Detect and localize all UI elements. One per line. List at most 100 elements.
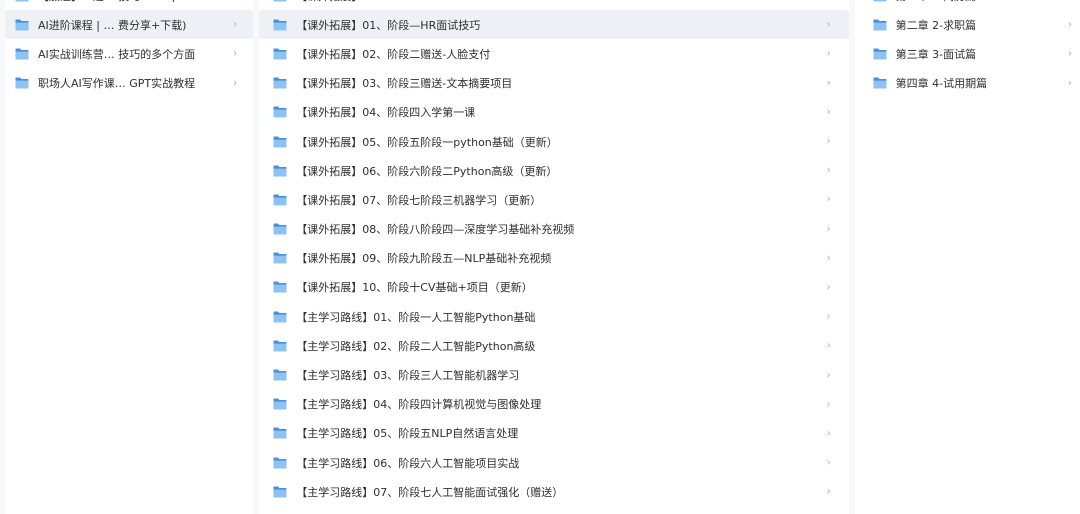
folder-icon [273, 223, 287, 235]
module-list-column[interactable]: 【课外拓展】›【课外拓展】01、阶段—HR面试技巧›【课外拓展】02、阶段二赠送… [259, 0, 849, 514]
chevron-right-icon[interactable]: › [233, 19, 237, 31]
chevron-right-icon[interactable]: › [1068, 0, 1072, 2]
chevron-right-icon[interactable]: › [827, 311, 831, 323]
module-item-label: 【主学习路线】04、阶段四计算机视觉与图像处理 [296, 398, 542, 412]
module-item[interactable]: 【课外拓展】06、阶段六阶段二Python高级（更新） › [259, 156, 848, 185]
course-item[interactable]: AI实战训练营… 技巧的多个方面 › [5, 39, 253, 68]
module-item[interactable]: 【课外拓展】10、阶段十CV基础+项目（更新） › [259, 273, 848, 302]
module-item-label: 【课外拓展】01、阶段—HR面试技巧 [296, 18, 481, 32]
chevron-right-icon[interactable]: › [827, 77, 831, 89]
module-item-label: 【课外拓展】02、阶段二赠送-人脸支付 [296, 47, 491, 61]
course-item-label: 职场人AI写作课… GPT实战教程 [38, 77, 196, 91]
chevron-right-icon[interactable]: › [827, 0, 831, 2]
chevron-right-icon[interactable]: › [827, 369, 831, 381]
module-item-label: 【课外拓展】10、阶段十CV基础+项目（更新） [296, 281, 533, 295]
module-item-label: 【课外拓展】06、阶段六阶段二Python高级（更新） [296, 164, 558, 178]
folder-icon [273, 48, 287, 60]
chapter-item-label: 第三章 3-面试篇 [895, 47, 977, 61]
chapter-list: 第一章 1-简历篇›第二章 2-求职篇›第三章 3-面试篇›第四章 4-试用期篇… [855, 0, 1080, 98]
folder-icon [273, 165, 287, 177]
chevron-right-icon[interactable]: › [1068, 19, 1072, 31]
chevron-right-icon[interactable]: › [827, 223, 831, 235]
chapter-item-label: 第四章 4-试用期篇 [895, 77, 988, 91]
column-file-browser: 【加速】AI进… 技巧 Prompt›AI进阶课程 | … 费分享+下载)›AI… [0, 0, 1080, 514]
chevron-right-icon[interactable]: › [827, 252, 831, 264]
chevron-right-icon[interactable]: › [233, 0, 237, 2]
course-item[interactable]: AI进阶课程 | … 费分享+下载) › [5, 10, 254, 40]
module-item-label: 【主学习路线】06、阶段六人工智能项目实战 [296, 456, 520, 470]
folder-icon [273, 486, 287, 498]
module-item[interactable]: 【主学习路线】06、阶段六人工智能项目实战 › [259, 448, 848, 477]
module-item-label: 【主学习路线】05、阶段五NLP自然语言处理 [296, 427, 519, 441]
module-list: 【课外拓展】›【课外拓展】01、阶段—HR面试技巧›【课外拓展】02、阶段二赠送… [259, 0, 849, 506]
chevron-right-icon[interactable]: › [1068, 48, 1072, 60]
chevron-right-icon[interactable]: › [827, 427, 831, 439]
chevron-right-icon[interactable]: › [827, 19, 831, 31]
module-item[interactable]: 【课外拓展】 › [259, 0, 848, 10]
chevron-right-icon[interactable]: › [827, 48, 831, 60]
course-item[interactable]: 【加速】AI进… 技巧 Prompt › [5, 0, 253, 10]
chapter-item[interactable]: 第三章 3-面试篇 › [855, 39, 1080, 68]
folder-icon [273, 311, 287, 323]
module-item[interactable]: 【主学习路线】02、阶段二人工智能Python高级 › [259, 331, 848, 360]
folder-icon [273, 281, 287, 293]
chapter-item-label: 第一章 1-简历篇 [896, 0, 1062, 4]
module-item[interactable]: 【课外拓展】02、阶段二赠送-人脸支付 › [259, 39, 848, 68]
module-item-label: 【课外拓展】 [296, 0, 820, 4]
module-item[interactable]: 【主学习路线】04、阶段四计算机视觉与图像处理 › [259, 390, 848, 419]
module-item[interactable]: 【主学习路线】05、阶段五NLP自然语言处理 › [259, 419, 848, 448]
folder-icon [273, 369, 287, 381]
chevron-right-icon[interactable]: › [827, 281, 831, 293]
module-item[interactable]: 【课外拓展】05、阶段五阶段一python基础（更新） › [259, 127, 848, 156]
module-item-label: 【课外拓展】03、阶段三赠送-文本摘要项目 [296, 77, 513, 91]
course-item-label: AI实战训练营… 技巧的多个方面 [38, 47, 196, 61]
course-list: 【加速】AI进… 技巧 Prompt›AI进阶课程 | … 费分享+下载)›AI… [5, 0, 254, 98]
chevron-right-icon[interactable]: › [233, 48, 237, 60]
folder-icon [15, 48, 29, 60]
module-item[interactable]: 【课外拓展】09、阶段九阶段五—NLP基础补充视频 › [259, 244, 848, 273]
chevron-right-icon[interactable]: › [827, 340, 831, 352]
module-item-label: 【课外拓展】05、阶段五阶段一python基础（更新） [296, 135, 558, 149]
module-item[interactable]: 【课外拓展】03、阶段三赠送-文本摘要项目 › [259, 69, 848, 98]
module-item[interactable]: 【课外拓展】01、阶段—HR面试技巧 › [259, 10, 849, 40]
chevron-right-icon[interactable]: › [827, 398, 831, 410]
chapter-list-column[interactable]: 第一章 1-简历篇›第二章 2-求职篇›第三章 3-面试篇›第四章 4-试用期篇… [854, 0, 1080, 514]
chapter-item[interactable]: 第二章 2-求职篇 › [855, 10, 1080, 39]
chevron-right-icon[interactable]: › [827, 457, 831, 469]
folder-icon [273, 194, 287, 206]
chapter-item[interactable]: 第一章 1-简历篇 › [855, 0, 1080, 10]
folder-icon [273, 340, 287, 352]
folder-icon [273, 427, 287, 439]
module-item-label: 【课外拓展】08、阶段八阶段四—深度学习基础补充视频 [296, 223, 575, 237]
folder-icon [873, 77, 887, 89]
module-item[interactable]: 【主学习路线】03、阶段三人工智能机器学习 › [259, 360, 848, 389]
course-item-label: 【加速】AI进… 技巧 Prompt [38, 0, 225, 4]
folder-icon [273, 136, 287, 148]
course-item-label: AI进阶课程 | … 费分享+下载) [38, 18, 187, 32]
folder-icon [273, 0, 287, 2]
module-item[interactable]: 【课外拓展】08、阶段八阶段四—深度学习基础补充视频 › [259, 215, 848, 244]
folder-icon [273, 106, 287, 118]
module-item-label: 【主学习路线】03、阶段三人工智能机器学习 [296, 369, 520, 383]
chevron-right-icon[interactable]: › [233, 77, 237, 89]
folder-icon [15, 77, 29, 89]
chevron-right-icon[interactable]: › [827, 486, 831, 498]
folder-icon [273, 19, 287, 31]
folder-icon [273, 457, 287, 469]
chevron-right-icon[interactable]: › [827, 106, 831, 118]
folder-icon [873, 19, 887, 31]
chapter-item[interactable]: 第四章 4-试用期篇 › [855, 69, 1080, 98]
folder-icon [273, 77, 287, 89]
chevron-right-icon[interactable]: › [827, 165, 831, 177]
course-item[interactable]: 职场人AI写作课… GPT实战教程 › [5, 69, 253, 98]
module-item[interactable]: 【课外拓展】04、阶段四入学第一课 › [259, 98, 848, 127]
module-item[interactable]: 【课外拓展】07、阶段七阶段三机器学习（更新） › [259, 185, 848, 214]
chevron-right-icon[interactable]: › [827, 135, 831, 147]
folder-icon [273, 398, 287, 410]
chevron-right-icon[interactable]: › [827, 194, 831, 206]
course-list-column[interactable]: 【加速】AI进… 技巧 Prompt›AI进阶课程 | … 费分享+下载)›AI… [5, 0, 254, 514]
module-item-label: 【主学习路线】07、阶段七人工智能面试强化（赠送） [296, 485, 564, 499]
chevron-right-icon[interactable]: › [1068, 77, 1072, 89]
module-item[interactable]: 【主学习路线】01、阶段一人工智能Python基础 › [259, 302, 848, 331]
module-item[interactable]: 【主学习路线】07、阶段七人工智能面试强化（赠送） › [259, 477, 848, 506]
